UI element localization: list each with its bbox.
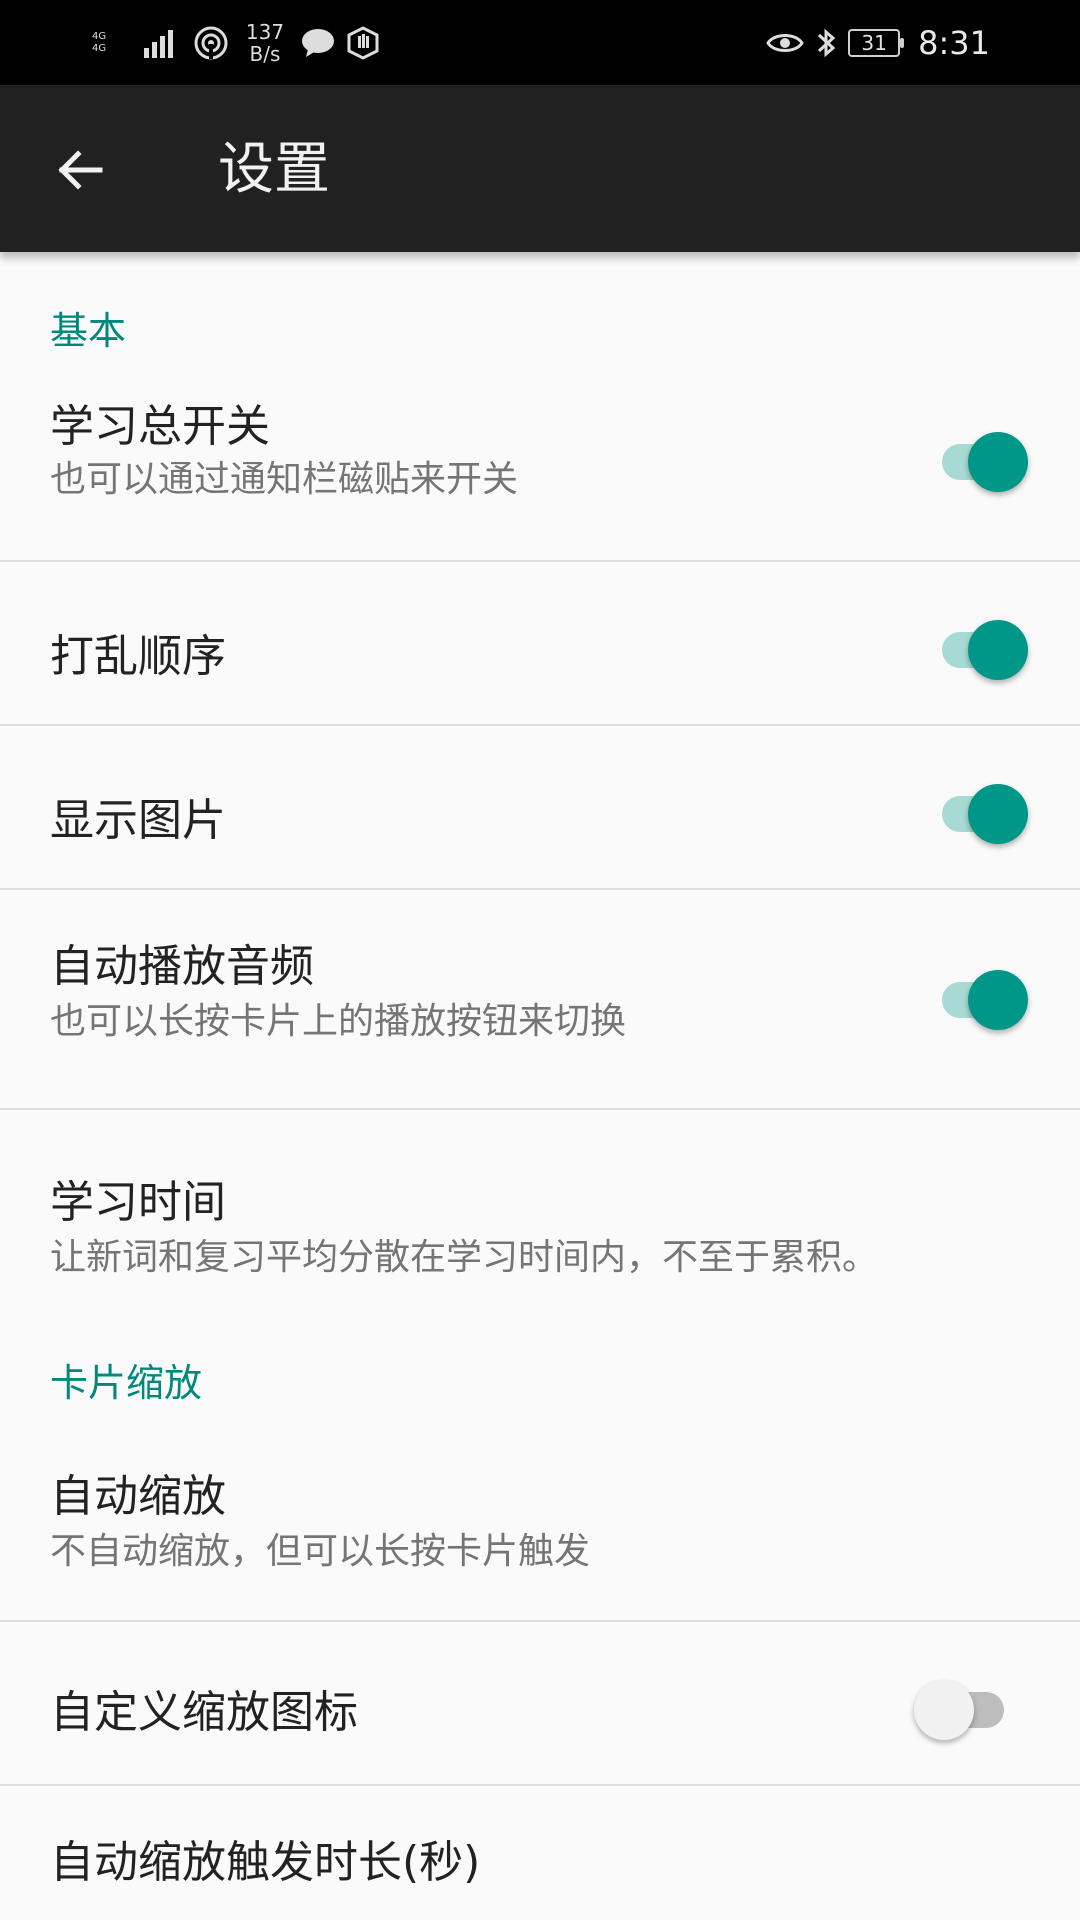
switch-thumb xyxy=(968,620,1028,680)
setting-title: 显示图片 xyxy=(50,795,226,846)
switch-thumb xyxy=(968,784,1028,844)
setting-show-images[interactable]: 显示图片 xyxy=(0,726,1080,890)
section-header-card-zoom: 卡片缩放 xyxy=(50,1361,203,1405)
setting-title: 自动缩放触发时长(秒) xyxy=(50,1837,481,1888)
setting-subtitle: 也可以长按卡片上的播放按钮来切换 xyxy=(50,1001,627,1042)
settings-list: 基本 学习总开关 也可以通过通知栏磁贴来开关 打乱顺序 显示图片 自动播放音频 … xyxy=(0,252,1080,1906)
setting-title: 自动播放音频 xyxy=(50,941,314,992)
switch-thumb xyxy=(914,1680,974,1740)
setting-subtitle: 让新词和复习平均分散在学习时间内，不至于累积。 xyxy=(50,1237,879,1278)
network-speed-value: 137 xyxy=(245,20,285,44)
chat-bubble-icon xyxy=(302,29,334,57)
battery-level: 31 xyxy=(861,31,887,55)
switch-thumb xyxy=(968,432,1028,492)
hotspot-icon xyxy=(194,26,228,60)
status-right: 31 8:31 xyxy=(766,18,990,68)
network-speed-unit: B/s xyxy=(249,42,281,66)
app-bar: 设置 xyxy=(0,85,1080,252)
section-header-basic: 基本 xyxy=(50,309,127,353)
network-type-label-2: 4G xyxy=(92,43,107,54)
switch-thumb xyxy=(968,970,1028,1030)
toggle-switch[interactable] xyxy=(932,964,1032,1030)
status-bar: 4G 4G 137 B/s 31 8:31 xyxy=(0,0,1080,85)
setting-subtitle: 也可以通过通知栏磁贴来开关 xyxy=(50,459,519,500)
setting-auto-zoom-duration[interactable]: 自动缩放触发时长(秒) xyxy=(0,1786,1080,1906)
toggle-switch[interactable] xyxy=(914,1674,1014,1740)
toggle-switch[interactable] xyxy=(932,614,1032,680)
network-type-label: 4G xyxy=(92,31,107,42)
setting-title: 自动缩放 xyxy=(50,1471,226,1522)
status-time: 8:31 xyxy=(918,24,990,62)
arrow-left-icon xyxy=(58,150,103,190)
eye-icon xyxy=(766,34,804,52)
setting-title: 学习时间 xyxy=(50,1177,226,1228)
shield-hand-icon xyxy=(347,26,379,60)
page-title: 设置 xyxy=(218,137,330,202)
setting-learning-master-switch[interactable]: 学习总开关 也可以通过通知栏磁贴来开关 xyxy=(0,370,1080,562)
toggle-switch[interactable] xyxy=(932,778,1032,844)
setting-custom-zoom-icon[interactable]: 自定义缩放图标 xyxy=(0,1622,1080,1786)
back-button[interactable] xyxy=(50,140,110,200)
network-speed: 137 B/s xyxy=(240,21,290,65)
toggle-switch[interactable] xyxy=(932,426,1032,492)
setting-shuffle-order[interactable]: 打乱顺序 xyxy=(0,562,1080,726)
setting-auto-zoom[interactable]: 自动缩放 不自动缩放，但可以长按卡片触发 xyxy=(0,1422,1080,1622)
battery-icon: 31 xyxy=(848,29,905,57)
status-left: 4G 4G 137 B/s xyxy=(92,18,380,68)
setting-title: 自定义缩放图标 xyxy=(50,1687,358,1738)
setting-subtitle: 不自动缩放，但可以长按卡片触发 xyxy=(50,1531,591,1572)
setting-study-time[interactable]: 学习时间 让新词和复习平均分散在学习时间内，不至于累积。 xyxy=(0,1110,1080,1286)
setting-autoplay-audio[interactable]: 自动播放音频 也可以长按卡片上的播放按钮来切换 xyxy=(0,890,1080,1110)
bluetooth-icon xyxy=(818,28,836,58)
setting-title: 学习总开关 xyxy=(50,401,270,452)
signal-icon xyxy=(144,30,173,58)
network-type: 4G 4G xyxy=(92,23,132,63)
setting-title: 打乱顺序 xyxy=(50,631,226,682)
